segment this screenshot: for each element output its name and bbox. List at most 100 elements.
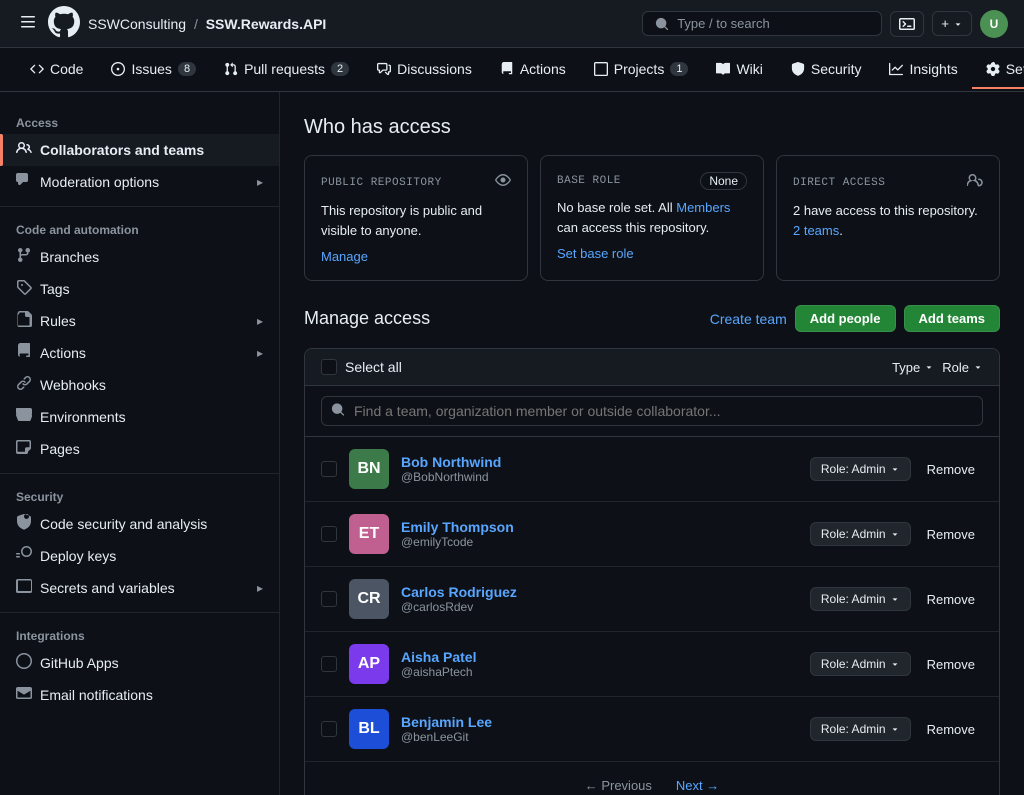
search-icon [331, 403, 345, 420]
branches-icon [16, 247, 32, 267]
user-avatar[interactable]: U [980, 10, 1008, 38]
remove-button-bob[interactable]: Remove [919, 458, 983, 481]
member-avatar-bob: BN [349, 449, 389, 489]
org-link[interactable]: SSWConsulting [88, 16, 186, 32]
sidebar-item-moderation[interactable]: Moderation options ▸ [0, 166, 279, 198]
person-icon [967, 172, 983, 193]
remove-button-emily[interactable]: Remove [919, 523, 983, 546]
member-checkbox-bob[interactable] [321, 461, 337, 477]
tab-settings[interactable]: Settings [972, 51, 1024, 89]
tab-pulls[interactable]: Pull requests 2 [210, 51, 363, 89]
manage-link[interactable]: Manage [321, 249, 368, 264]
create-team-button[interactable]: Create team [710, 311, 787, 327]
select-all-area: Select all [321, 359, 402, 375]
base-role-body: No base role set. All Members can access… [557, 198, 747, 237]
sidebar-item-email-notifications[interactable]: Email notifications [0, 679, 279, 711]
sidebar-item-collaborators[interactable]: Collaborators and teams [0, 134, 279, 166]
member-name-carlos[interactable]: Carlos Rodriguez [401, 584, 517, 600]
remove-button-carlos[interactable]: Remove [919, 588, 983, 611]
add-people-button[interactable]: Add people [795, 305, 896, 332]
sidebar-item-webhooks[interactable]: Webhooks [0, 369, 279, 401]
tab-discussions[interactable]: Discussions [363, 51, 486, 89]
repo-link[interactable]: SSW.Rewards.API [206, 16, 327, 32]
new-button[interactable]: + [932, 11, 972, 36]
tab-issues[interactable]: Issues 8 [97, 51, 210, 89]
actions-label: Actions [40, 345, 86, 361]
sidebar-section-integrations: Integrations GitHub Apps Email notificat… [0, 621, 279, 711]
tab-insights[interactable]: Insights [875, 51, 971, 89]
sidebar-item-environments[interactable]: Environments [0, 401, 279, 433]
sidebar-item-secrets[interactable]: Secrets and variables ▸ [0, 572, 279, 604]
sidebar-item-deploy-keys[interactable]: Deploy keys [0, 540, 279, 572]
member-list: BN Bob Northwind @BobNorthwind Role: Adm… [305, 437, 999, 761]
role-filter-button[interactable]: Role [942, 360, 983, 375]
tags-icon [16, 279, 32, 299]
member-name-aisha[interactable]: Aisha Patel [401, 649, 476, 665]
terminal-button[interactable] [890, 11, 924, 37]
collaborators-label: Collaborators and teams [40, 142, 204, 158]
global-search[interactable]: Type / to search [642, 11, 882, 36]
member-checkbox-emily[interactable] [321, 526, 337, 542]
member-search-input[interactable] [321, 396, 983, 426]
manage-table: Select all Type Role [304, 348, 1000, 795]
role-button-emily[interactable]: Role: Admin [810, 522, 911, 546]
teams-link[interactable]: 2 teams [793, 223, 839, 238]
tab-projects[interactable]: Projects 1 [580, 51, 703, 89]
sidebar-section-label-code: Code and automation [0, 215, 279, 241]
member-checkbox-aisha[interactable] [321, 656, 337, 672]
moderation-icon [16, 172, 32, 192]
remove-button-aisha[interactable]: Remove [919, 653, 983, 676]
sidebar-section-security: Security Code security and analysis Depl… [0, 482, 279, 604]
set-base-role-link[interactable]: Set base role [557, 246, 634, 261]
rules-label: Rules [40, 313, 76, 329]
sidebar-item-rules[interactable]: Rules ▸ [0, 305, 279, 337]
main-content: Who has access PUBLIC REPOSITORY This re… [280, 92, 1024, 795]
member-name-benjamin[interactable]: Benjamin Lee [401, 714, 492, 730]
environments-icon [16, 407, 32, 427]
tab-security[interactable]: Security [777, 51, 876, 89]
sidebar-item-tags[interactable]: Tags [0, 273, 279, 305]
tab-actions[interactable]: Actions [486, 51, 580, 89]
next-page-button[interactable]: Next → [668, 774, 727, 795]
sidebar-item-actions[interactable]: Actions ▸ [0, 337, 279, 369]
add-teams-button[interactable]: Add teams [904, 305, 1000, 332]
member-checkbox-carlos[interactable] [321, 591, 337, 607]
direct-access-card: DIRECT ACCESS 2 have access to this repo… [776, 155, 1000, 281]
rules-icon [16, 311, 32, 331]
none-badge: None [700, 172, 747, 190]
role-button-benjamin[interactable]: Role: Admin [810, 717, 911, 741]
branches-label: Branches [40, 249, 99, 265]
rules-chevron: ▸ [257, 314, 263, 328]
remove-button-benjamin[interactable]: Remove [919, 718, 983, 741]
secrets-icon [16, 578, 32, 598]
select-all-checkbox[interactable] [321, 359, 337, 375]
type-filter-button[interactable]: Type [892, 360, 934, 375]
hamburger-button[interactable] [16, 10, 40, 37]
role-button-carlos[interactable]: Role: Admin [810, 587, 911, 611]
email-notifications-label: Email notifications [40, 687, 153, 703]
member-name-emily[interactable]: Emily Thompson [401, 519, 514, 535]
sidebar-item-branches[interactable]: Branches [0, 241, 279, 273]
deploy-keys-label: Deploy keys [40, 548, 116, 564]
webhooks-icon [16, 375, 32, 395]
member-name-bob[interactable]: Bob Northwind [401, 454, 501, 470]
tab-code[interactable]: Code [16, 51, 97, 89]
manage-access-actions: Create team Add people Add teams [710, 305, 1000, 332]
sidebar-item-pages[interactable]: Pages [0, 433, 279, 465]
base-role-card: BASE ROLE None No base role set. All Mem… [540, 155, 764, 281]
members-link[interactable]: Members [676, 200, 730, 215]
tab-wiki[interactable]: Wiki [702, 51, 776, 89]
member-row: CR Carlos Rodriguez @carlosRdev Role: Ad… [305, 567, 999, 632]
webhooks-label: Webhooks [40, 377, 106, 393]
member-checkbox-benjamin[interactable] [321, 721, 337, 737]
member-actions-emily: Role: Admin Remove [810, 522, 983, 546]
prev-page-button[interactable]: ← Previous [577, 774, 660, 795]
role-button-bob[interactable]: Role: Admin [810, 457, 911, 481]
member-row: BN Bob Northwind @BobNorthwind Role: Adm… [305, 437, 999, 502]
collaborators-icon [16, 140, 32, 160]
member-info-emily: Emily Thompson @emilyTcode [401, 519, 798, 549]
sidebar-item-github-apps[interactable]: GitHub Apps [0, 647, 279, 679]
role-button-aisha[interactable]: Role: Admin [810, 652, 911, 676]
sidebar-item-code-security[interactable]: Code security and analysis [0, 508, 279, 540]
pages-label: Pages [40, 441, 80, 457]
